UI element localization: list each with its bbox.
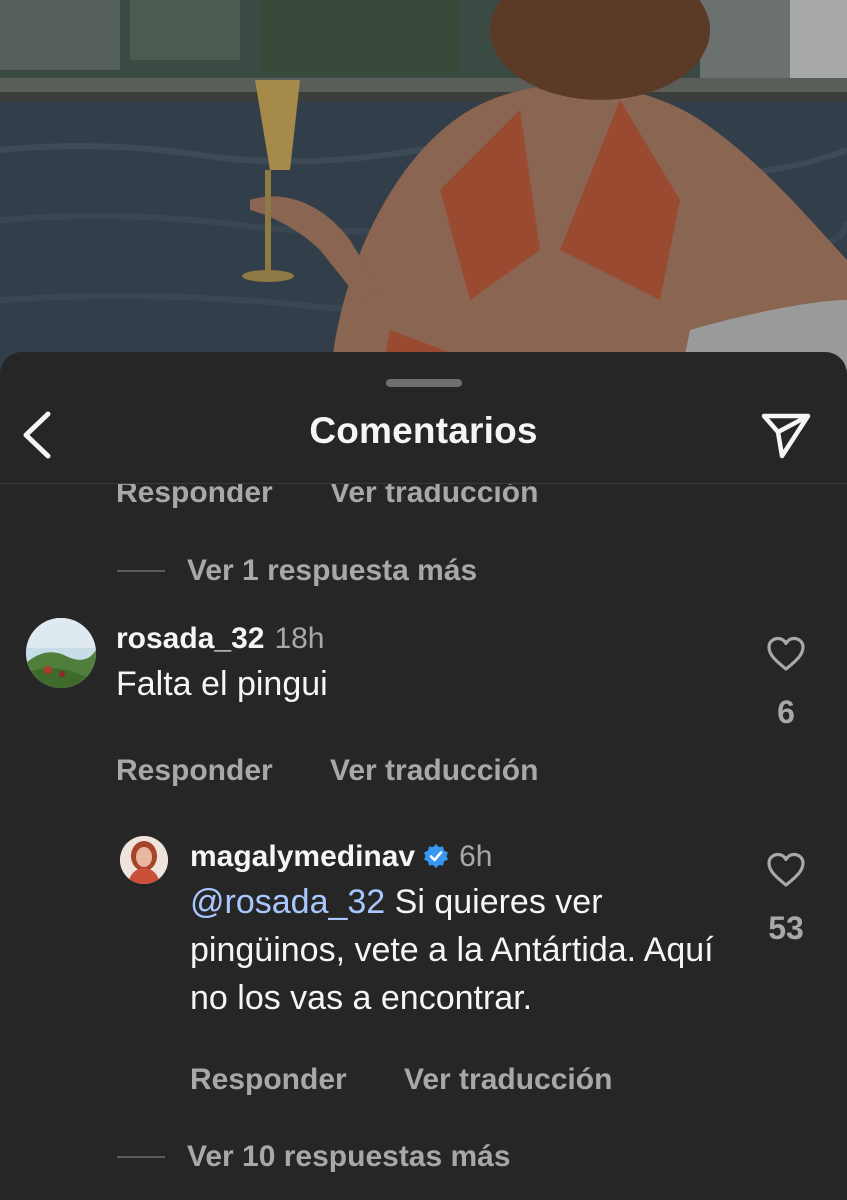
portrait-avatar-icon bbox=[120, 836, 168, 884]
comment-header: magalymedinav 6h bbox=[190, 840, 492, 874]
sheet-title: Comentarios bbox=[309, 410, 538, 451]
like-count: 53 bbox=[768, 910, 804, 946]
reply-button[interactable]: Responder bbox=[116, 754, 273, 788]
view-more-replies-button[interactable]: Ver 10 respuestas más bbox=[117, 1140, 511, 1174]
see-translation-button[interactable]: Ver traducción bbox=[404, 1063, 612, 1097]
view-more-replies-button[interactable]: Ver 1 respuesta más bbox=[117, 554, 477, 588]
mention-link[interactable]: @rosada_32 bbox=[190, 883, 385, 921]
comment-timestamp: 18h bbox=[274, 622, 325, 655]
verified-badge-icon bbox=[423, 843, 449, 874]
reply-button[interactable]: Responder bbox=[116, 484, 273, 510]
like-button[interactable] bbox=[756, 852, 816, 893]
paper-plane-icon bbox=[761, 413, 811, 459]
avatar[interactable] bbox=[120, 836, 168, 884]
comment-username[interactable]: rosada_32 bbox=[116, 622, 264, 655]
comments-list[interactable]: Responder Ver traducción Ver 1 respuesta… bbox=[0, 484, 847, 1200]
heart-outline-icon bbox=[767, 636, 805, 671]
like-count: 6 bbox=[777, 694, 795, 730]
view-more-replies-label: Ver 10 respuestas más bbox=[187, 1140, 511, 1173]
comment-username[interactable]: magalymedinav bbox=[190, 840, 415, 873]
heart-outline-icon bbox=[767, 852, 805, 887]
comment-header: rosada_32 18h bbox=[116, 622, 325, 656]
comment-text: Falta el pingui bbox=[116, 665, 328, 703]
post-photo bbox=[0, 0, 847, 380]
see-translation-button[interactable]: Ver traducción bbox=[330, 754, 538, 788]
landscape-avatar-icon bbox=[26, 618, 96, 688]
replies-divider-line bbox=[117, 1156, 165, 1158]
avatar[interactable] bbox=[26, 618, 96, 688]
post-photo-background bbox=[0, 0, 847, 380]
comment-timestamp: 6h bbox=[459, 840, 493, 873]
share-button[interactable] bbox=[758, 410, 814, 460]
drag-handle[interactable] bbox=[386, 379, 462, 387]
replies-divider-line bbox=[117, 570, 165, 572]
comment-text: @rosada_32 Si quieres ver pingüinos, vet… bbox=[190, 878, 735, 1022]
view-more-replies-label: Ver 1 respuesta más bbox=[187, 554, 478, 587]
comments-sheet: Comentarios Responder Ver traducción Ver… bbox=[0, 352, 847, 1200]
like-button[interactable] bbox=[756, 636, 816, 677]
see-translation-button[interactable]: Ver traducción bbox=[330, 484, 538, 510]
reply-button[interactable]: Responder bbox=[190, 1063, 347, 1097]
